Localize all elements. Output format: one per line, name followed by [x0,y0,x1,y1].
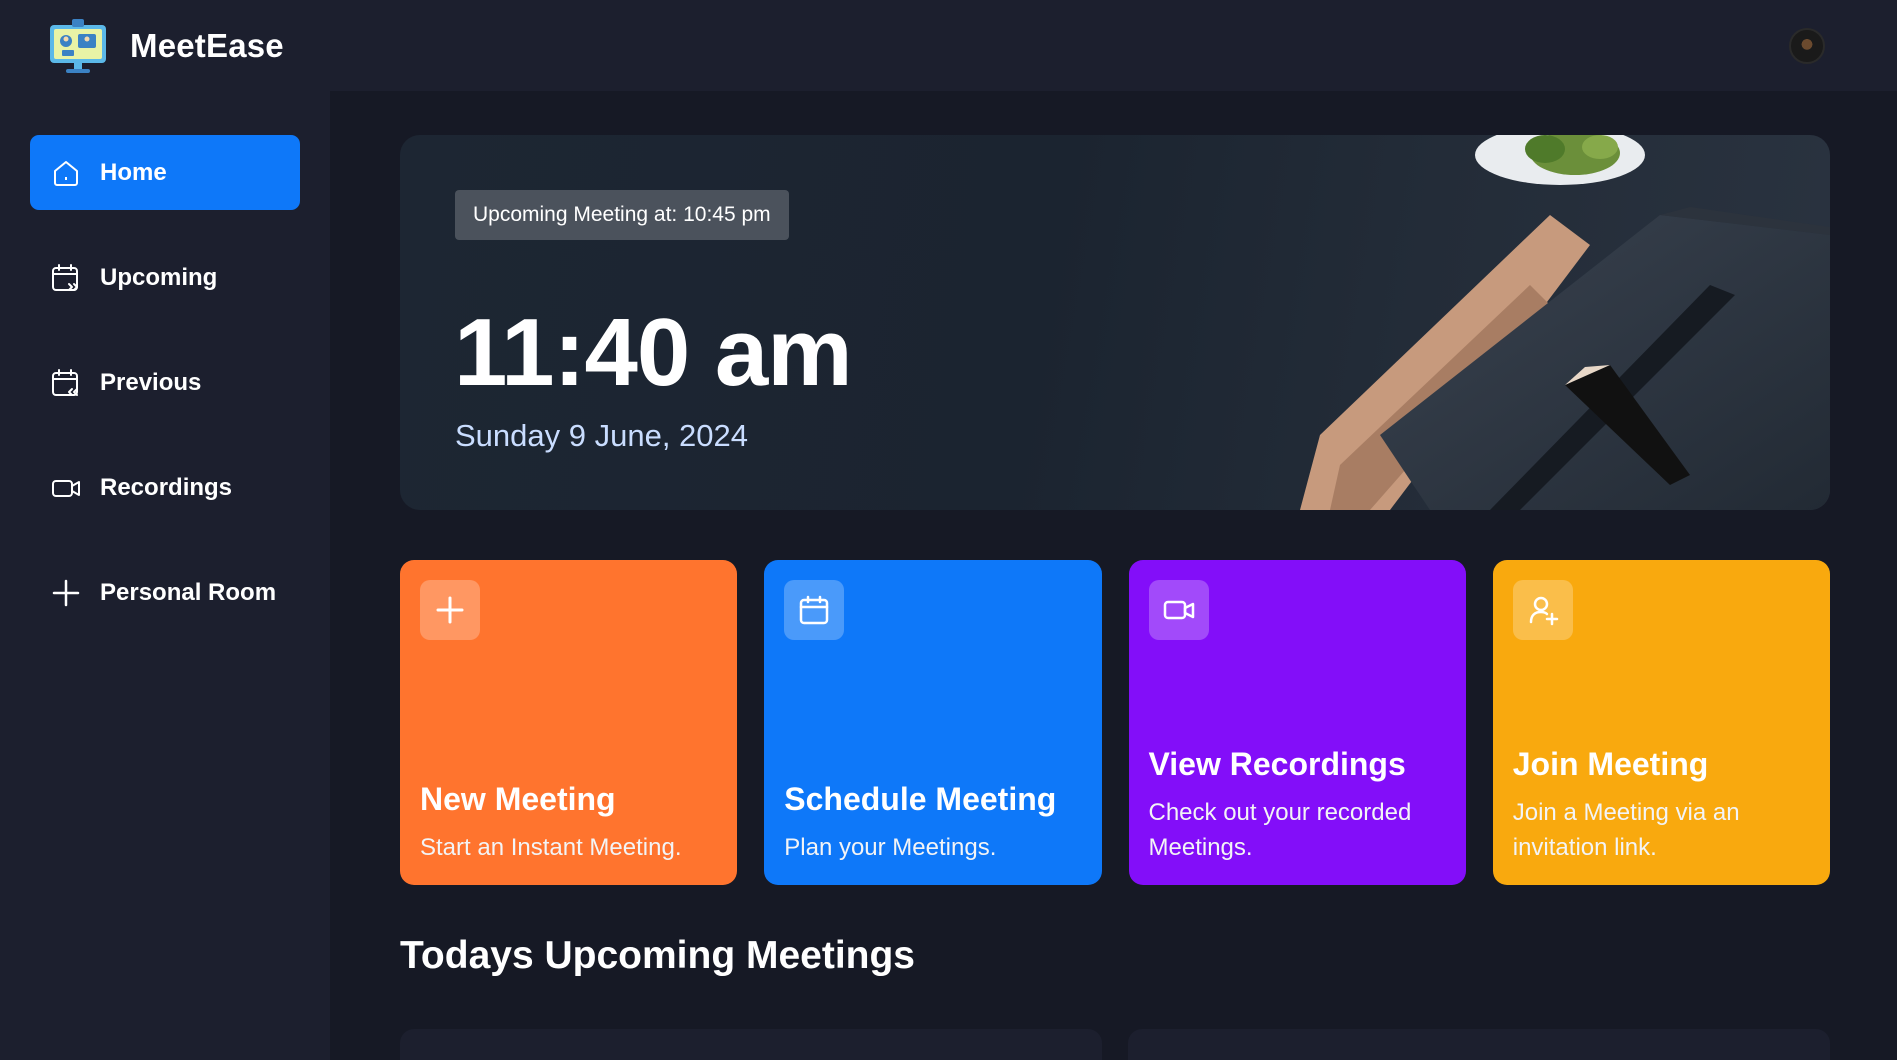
current-time: 11:40 am [454,299,853,406]
sidebar-item-upcoming[interactable]: Upcoming [30,240,300,315]
card-title: Join Meeting [1512,746,1709,782]
card-subtitle: Start an Instant Meeting. [420,834,682,861]
sidebar-item-label: Personal Room [100,578,277,606]
card-subtitle: Join a Meeting via an invitation link. [1512,799,1740,861]
user-add-icon [1512,580,1573,640]
sidebar-item-personal-room[interactable]: Personal Room [30,555,300,630]
main-content: Upcoming Meeting at: 10:45 pm 11:40 am S… [330,91,1897,1060]
calendar-icon [784,580,845,640]
sidebar: Home Upcoming Previous Recordings Person… [0,91,330,1060]
card-subtitle: Check out your recorded Meetings. [1148,799,1412,861]
hero-background-image [1300,135,1830,510]
sidebar-item-recordings[interactable]: Recordings [30,450,300,525]
sidebar-item-previous[interactable]: Previous [30,345,300,420]
upcoming-meeting-badge: Upcoming Meeting at: 10:45 pm [455,190,789,240]
schedule-meeting-card[interactable]: Schedule Meeting Plan your Meetings. [764,560,1102,885]
join-meeting-card[interactable]: Join Meeting Join a Meeting via an invit… [1492,560,1830,885]
calendar-back-icon [50,367,82,399]
app-name: MeetEase [130,26,284,64]
action-cards: New Meeting Start an Instant Meeting. Sc… [400,560,1830,885]
section-title: Todays Upcoming Meetings [400,934,915,977]
plus-icon [50,577,82,609]
card-subtitle: Plan your Meetings. [784,834,997,861]
brand[interactable]: MeetEase [48,17,284,75]
sidebar-item-label: Previous [100,368,202,396]
sidebar-item-label: Recordings [100,473,233,501]
card-title: View Recordings [1148,746,1406,782]
new-meeting-card[interactable]: New Meeting Start an Instant Meeting. [400,560,738,885]
view-recordings-card[interactable]: View Recordings Check out your recorded … [1128,560,1466,885]
card-title: Schedule Meeting [784,781,1057,817]
top-navbar: MeetEase [0,0,1897,91]
meetease-logo-icon [48,17,108,75]
home-icon [50,157,82,189]
card-title: New Meeting [420,781,616,817]
sidebar-item-home[interactable]: Home [30,135,300,210]
sidebar-item-label: Upcoming [100,263,218,291]
video-icon [1148,580,1209,640]
sidebar-item-label: Home [100,158,167,186]
calendar-forward-icon [50,262,82,294]
user-avatar-icon[interactable] [1789,27,1825,64]
hero-banner: Upcoming Meeting at: 10:45 pm 11:40 am S… [400,135,1830,510]
video-icon [50,472,82,504]
meeting-card-placeholder[interactable] [400,1029,1102,1060]
plus-icon [420,580,480,640]
current-date: Sunday 9 June, 2024 [455,418,749,453]
meeting-card-placeholder[interactable] [1128,1029,1830,1060]
